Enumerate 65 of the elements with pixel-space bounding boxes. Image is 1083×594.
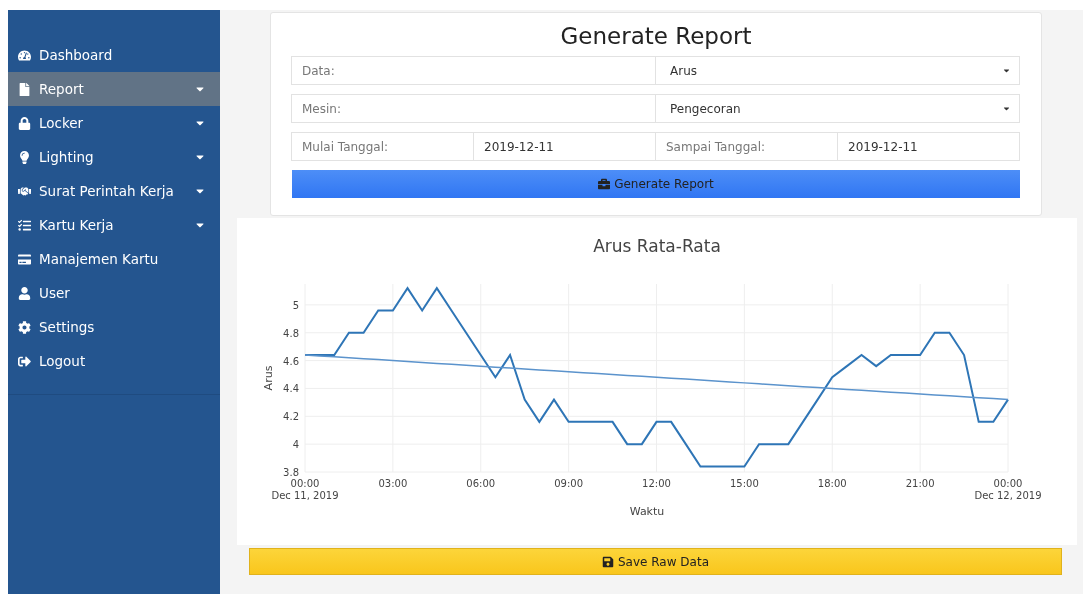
date-field[interactable]: 2019-12-11 <box>473 132 656 161</box>
axis-tick-label: 4.4 <box>283 383 299 395</box>
lock-icon <box>18 116 31 130</box>
axis-title: Waktu <box>629 505 665 518</box>
menu-label: Surat Perintah Kerja <box>39 183 175 199</box>
sidebar-item[interactable]: Settings <box>8 310 220 344</box>
axis-title: Arus <box>262 365 275 391</box>
date-field[interactable]: 2019-12-11 <box>837 132 1020 161</box>
sidebar-item[interactable]: User <box>8 276 220 310</box>
menu-label: Logout <box>39 353 87 369</box>
user-icon <box>18 286 31 300</box>
axis-tick-label: 3.8 <box>283 467 299 478</box>
logout-icon <box>18 354 31 368</box>
date-label: Dec 11, 2019 <box>271 490 339 501</box>
lightbulb-icon <box>18 150 31 164</box>
select-field[interactable]: Pengecoran <box>655 94 1020 123</box>
menu-label: Settings <box>39 319 96 335</box>
chart-title: Arus Rata-Rata <box>593 236 721 256</box>
sidebar-item[interactable]: Locker <box>8 106 220 140</box>
menu-label: Locker <box>39 115 85 131</box>
menu-label: Kartu Kerja <box>39 217 115 233</box>
menu-label: Report <box>39 81 85 97</box>
axis-tick-label: 4.6 <box>283 355 299 367</box>
axis-tick-label: 18:00 <box>817 478 847 489</box>
menu-label: Manajemen Kartu <box>39 251 160 267</box>
axis-tick-label: 15:00 <box>729 478 759 489</box>
sidebar-item[interactable]: Lighting <box>8 140 220 174</box>
sidebar-item[interactable]: Dashboard <box>8 38 220 72</box>
generate-button[interactable]: Generate Report <box>292 170 1020 198</box>
form-title: Generate Report <box>559 23 753 49</box>
sidebar-item[interactable]: Surat Perintah Kerja <box>8 174 220 208</box>
dashboard-icon <box>18 48 31 62</box>
save-button[interactable]: Save Raw Data <box>249 548 1062 575</box>
select-field[interactable]: Arus <box>655 56 1020 85</box>
axis-tick-label: 4 <box>292 439 299 451</box>
date-label: Dec 12, 2019 <box>974 490 1042 501</box>
briefcase-icon <box>598 178 611 190</box>
save-icon <box>602 555 614 568</box>
axis-tick-label: 03:00 <box>378 478 408 489</box>
axis-tick-label: 00:00 <box>993 478 1023 489</box>
menu-label: Lighting <box>39 149 95 165</box>
menu-label: Dashboard <box>39 47 114 63</box>
caret-icon <box>1002 66 1011 75</box>
axis-tick-label: 4.2 <box>283 411 299 423</box>
credit-card-icon <box>18 252 31 266</box>
field-label: Data: <box>291 56 656 85</box>
menu-label: User <box>39 285 71 301</box>
axis-tick-label: 12:00 <box>642 478 671 489</box>
axis-tick-label: 09:00 <box>554 478 584 489</box>
file-icon <box>18 82 31 96</box>
sidebar-item[interactable]: Report <box>8 72 220 106</box>
checklist-icon <box>18 218 31 232</box>
sidebar-item[interactable]: Kartu Kerja <box>8 208 220 242</box>
axis-tick-label: 00:00 <box>290 478 320 489</box>
sidebar-item[interactable]: Logout <box>8 344 220 378</box>
settings-icon <box>18 320 31 334</box>
axis-tick-label: 21:00 <box>905 478 935 489</box>
sidebar-item[interactable]: Manajemen Kartu <box>8 242 220 276</box>
axis-tick-label: 4.8 <box>283 327 299 339</box>
axis-tick-label: 06:00 <box>466 478 496 489</box>
axis-tick-label: 5 <box>292 299 299 311</box>
caret-icon <box>1002 104 1011 113</box>
field-label: Mulai Tanggal: <box>291 132 474 161</box>
field-label: Sampai Tanggal: <box>655 132 838 161</box>
field-label: Mesin: <box>291 94 656 123</box>
